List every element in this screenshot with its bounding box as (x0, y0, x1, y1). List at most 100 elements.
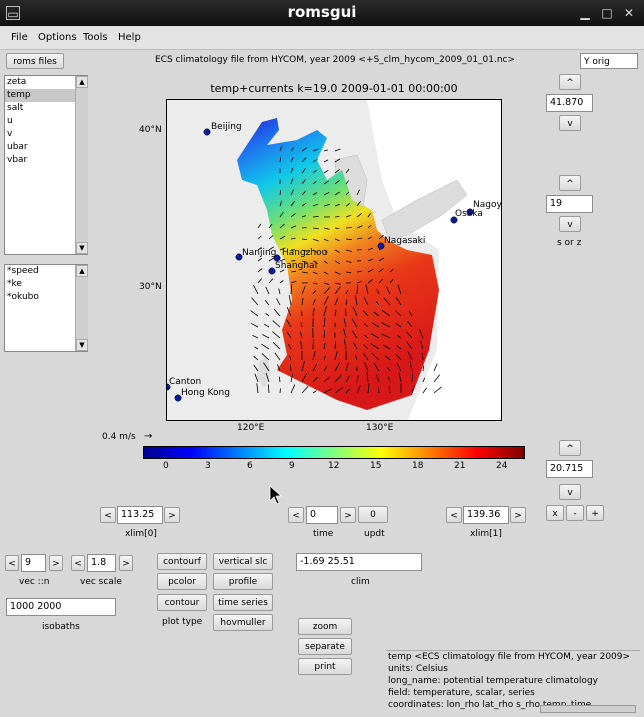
contour-button[interactable]: contour (157, 594, 207, 611)
ylim-top-field[interactable]: 41.870 (546, 94, 593, 112)
current-vector (378, 386, 380, 394)
time-series-button[interactable]: time series (213, 594, 273, 611)
xlim0-decrease-button[interactable]: < (100, 507, 116, 523)
window-title: romsgui (287, 3, 357, 21)
xlim0-field[interactable]: 113.25 (117, 506, 163, 524)
list-item-ke[interactable]: *ke (5, 278, 75, 291)
menu-bar: File Options Tools Help (0, 26, 644, 50)
scroll-up-icon[interactable]: ▲ (76, 265, 88, 277)
menu-file[interactable]: File (11, 32, 28, 43)
xlim0-increase-button[interactable]: > (164, 507, 180, 523)
plot-title: temp+currents k=19.0 2009-01-01 00:00:00 (210, 82, 458, 95)
city-label: Beijing (211, 122, 242, 132)
zoom-button[interactable]: zoom (298, 618, 352, 635)
colorbar (143, 446, 525, 459)
separate-button[interactable]: separate (298, 638, 352, 655)
zoom-x-button[interactable]: x (546, 505, 564, 521)
clim-field[interactable]: -1.69 25.51 (296, 553, 422, 571)
map-plot[interactable]: Beijing Nagoya Osaka Nagasaki Nanjing Ha… (166, 99, 502, 421)
zoom-plus-button[interactable]: + (586, 505, 604, 521)
city-label: Canton (169, 377, 201, 387)
scroll-up-icon[interactable]: ▲ (76, 76, 88, 88)
print-button[interactable]: print (298, 658, 352, 675)
roms-files-button[interactable]: roms files (6, 53, 64, 69)
time-increase-button[interactable]: > (340, 507, 356, 523)
vec-n-field[interactable]: 9 (21, 554, 46, 572)
info-line: field: temperature, scalar, series (388, 688, 535, 698)
variable-list-scrollbar[interactable]: ▲ ▼ (75, 76, 88, 254)
ylim-top-up-button[interactable]: ^ (559, 74, 581, 90)
derived-list[interactable]: *speed *ke *okubo ▲ ▼ (4, 264, 88, 352)
current-vector (334, 216, 340, 218)
lat-label-30: 30°N (139, 282, 162, 292)
hovmuller-button[interactable]: hovmuller (213, 614, 273, 631)
title-bar: ▭ romsgui ▁ □ ✕ (0, 0, 644, 26)
derived-list-scrollbar[interactable]: ▲ ▼ (75, 265, 88, 351)
list-item-u[interactable]: u (5, 115, 75, 128)
vec-scale-field[interactable]: 1.8 (87, 554, 116, 572)
menu-tools[interactable]: Tools (83, 32, 108, 43)
lat-label-40: 40°N (139, 125, 162, 135)
updt-label: updt (364, 529, 385, 539)
minimize-icon[interactable]: ▁ (578, 6, 592, 20)
vec-scale-increase-button[interactable]: > (119, 555, 133, 571)
ylim-bottom-up-button[interactable]: ^ (559, 440, 581, 456)
variable-list-items: zeta temp salt u v ubar vbar (5, 76, 75, 167)
time-decrease-button[interactable]: < (288, 507, 304, 523)
colorbar-tick: 24 (496, 461, 508, 471)
list-item-zeta[interactable]: zeta (5, 76, 75, 89)
menu-options[interactable]: Options (38, 32, 77, 43)
city-label: Shanghai (275, 261, 317, 271)
isobaths-field[interactable]: 1000 2000 (6, 598, 116, 616)
pcolor-button[interactable]: pcolor (157, 573, 207, 590)
list-item-ubar[interactable]: ubar (5, 141, 75, 154)
xlim1-field[interactable]: 139.36 (463, 506, 509, 524)
list-item-v[interactable]: v (5, 128, 75, 141)
time-field[interactable]: 0 (306, 506, 338, 524)
lon-label-130: 130°E (366, 423, 394, 433)
variable-info: temp <ECS climatology file from HYCOM, y… (386, 650, 640, 712)
city-label: Hangzhou (282, 248, 327, 258)
ylim-top-down-button[interactable]: v (559, 115, 581, 131)
contourf-button[interactable]: contourf (157, 553, 207, 570)
vec-n-decrease-button[interactable]: < (5, 555, 19, 571)
zoom-minus-button[interactable]: - (566, 505, 584, 521)
profile-button[interactable]: profile (213, 573, 273, 590)
ylim-bottom-field[interactable]: 20.715 (546, 460, 593, 478)
xlim1-decrease-button[interactable]: < (446, 507, 462, 523)
vec-scale-decrease-button[interactable]: < (71, 555, 85, 571)
city-label: Nagasaki (384, 236, 425, 246)
menu-help[interactable]: Help (118, 32, 141, 43)
time-label: time (313, 529, 334, 539)
list-item-vbar[interactable]: vbar (5, 154, 75, 167)
scroll-down-icon[interactable]: ▼ (76, 242, 88, 254)
level-field[interactable]: 19 (546, 195, 593, 213)
vertical-slc-button[interactable]: vertical slc (213, 553, 273, 570)
updt-button[interactable]: 0 (358, 506, 388, 523)
vec-n-increase-button[interactable]: > (49, 555, 63, 571)
scroll-down-icon[interactable]: ▼ (76, 339, 88, 351)
mouse-cursor-icon (269, 485, 283, 505)
city-label: Osaka (455, 209, 483, 219)
colorbar-tick: 9 (289, 461, 295, 471)
variable-list[interactable]: zeta temp salt u v ubar vbar ▲ ▼ (4, 75, 88, 255)
close-icon[interactable]: ✕ (622, 6, 636, 20)
lon-label-120: 120°E (237, 423, 265, 433)
current-vector (290, 364, 292, 372)
list-item-okubo[interactable]: *okubo (5, 291, 75, 304)
y-orig-field[interactable]: Y orig (580, 53, 638, 69)
list-item-speed[interactable]: *speed (5, 265, 75, 278)
info-scrollbar[interactable] (540, 705, 636, 713)
list-item-temp[interactable]: temp (5, 89, 75, 102)
current-vector (411, 373, 413, 383)
derived-list-items: *speed *ke *okubo (5, 265, 75, 304)
level-up-button[interactable]: ^ (559, 175, 581, 191)
maximize-icon[interactable]: □ (600, 6, 614, 20)
xlim1-label: xlim[1] (470, 529, 502, 539)
list-item-salt[interactable]: salt (5, 102, 75, 115)
current-vector (345, 227, 352, 229)
level-down-button[interactable]: v (559, 216, 581, 232)
xlim1-increase-button[interactable]: > (510, 507, 526, 523)
current-vector (279, 388, 281, 394)
ylim-bottom-down-button[interactable]: v (559, 484, 581, 500)
